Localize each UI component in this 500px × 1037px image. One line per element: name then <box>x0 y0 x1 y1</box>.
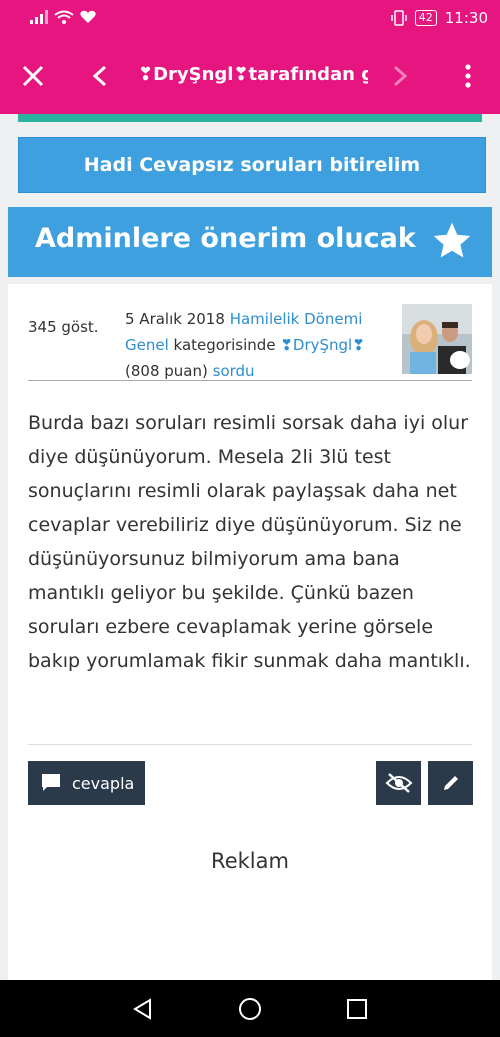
nav-recents-button[interactable] <box>342 994 372 1024</box>
header-strip <box>18 114 482 122</box>
unanswered-banner[interactable]: Hadi Cevapsız soruları bitirelim <box>18 137 486 193</box>
more-icon <box>465 64 471 88</box>
circle-home-icon <box>239 998 261 1020</box>
main-content: Hadi Cevapsız soruları bitirelim Adminle… <box>0 122 500 980</box>
status-icons-left <box>30 10 96 24</box>
question-date: 5 Aralık 2018 <box>125 310 225 328</box>
reply-button[interactable]: cevapla <box>28 761 145 805</box>
question-meta: 5 Aralık 2018 Hamilelik Dönemi Genel kat… <box>125 306 390 384</box>
battery-icon: 42 <box>414 10 437 26</box>
page-title: ❣DryŞngl❣tarafından g... <box>138 64 368 85</box>
divider <box>28 380 472 381</box>
nav-back-button[interactable] <box>128 994 158 1024</box>
wifi-icon <box>54 10 74 24</box>
question-card: 345 göst. 5 Aralık 2018 Hamilelik Dönemi… <box>8 284 492 980</box>
heart-icon <box>80 10 96 23</box>
ad-label: Reklam <box>211 849 289 873</box>
close-icon <box>22 65 44 87</box>
author-points: (808 puan) <box>125 362 208 380</box>
question-title: Adminlere önerim olucak <box>35 223 416 254</box>
pencil-icon <box>443 776 458 790</box>
triangle-back-icon <box>133 998 151 1020</box>
question-body: Burda bazı soruları resimli sorsak daha … <box>28 412 471 672</box>
divider <box>28 744 472 745</box>
favorite-button[interactable] <box>430 219 474 267</box>
comment-icon <box>42 774 60 791</box>
view-count: 345 göst. <box>28 318 99 336</box>
status-time: 11:30 <box>444 9 488 27</box>
vibrate-icon <box>391 10 407 26</box>
asked-link[interactable]: sordu <box>213 362 255 380</box>
app-bar: ❣DryŞngl❣tarafından g... <box>0 38 500 114</box>
forward-button[interactable] <box>380 56 420 96</box>
forward-icon <box>393 65 408 87</box>
system-nav-bar <box>0 980 500 1037</box>
avatar[interactable] <box>402 304 472 374</box>
more-button[interactable] <box>448 56 488 96</box>
star-icon <box>433 222 471 258</box>
status-bar: 42 11:30 <box>0 0 500 38</box>
hide-button[interactable] <box>376 761 421 805</box>
author-link[interactable]: ❣DryŞngl❣ <box>280 336 364 354</box>
edit-button[interactable] <box>428 761 473 805</box>
question-title-bar: Adminlere önerim olucak <box>8 207 492 277</box>
category-suffix: kategorisinde <box>173 336 276 354</box>
back-button[interactable] <box>80 56 120 96</box>
status-icons-right: 42 11:30 <box>391 9 488 27</box>
nav-home-button[interactable] <box>235 994 265 1024</box>
signal-icon <box>30 10 48 24</box>
eye-off-icon <box>385 773 412 793</box>
square-recents-icon <box>347 999 367 1019</box>
back-icon <box>92 65 107 87</box>
reply-label: cevapla <box>72 773 135 793</box>
close-button[interactable] <box>13 56 53 96</box>
